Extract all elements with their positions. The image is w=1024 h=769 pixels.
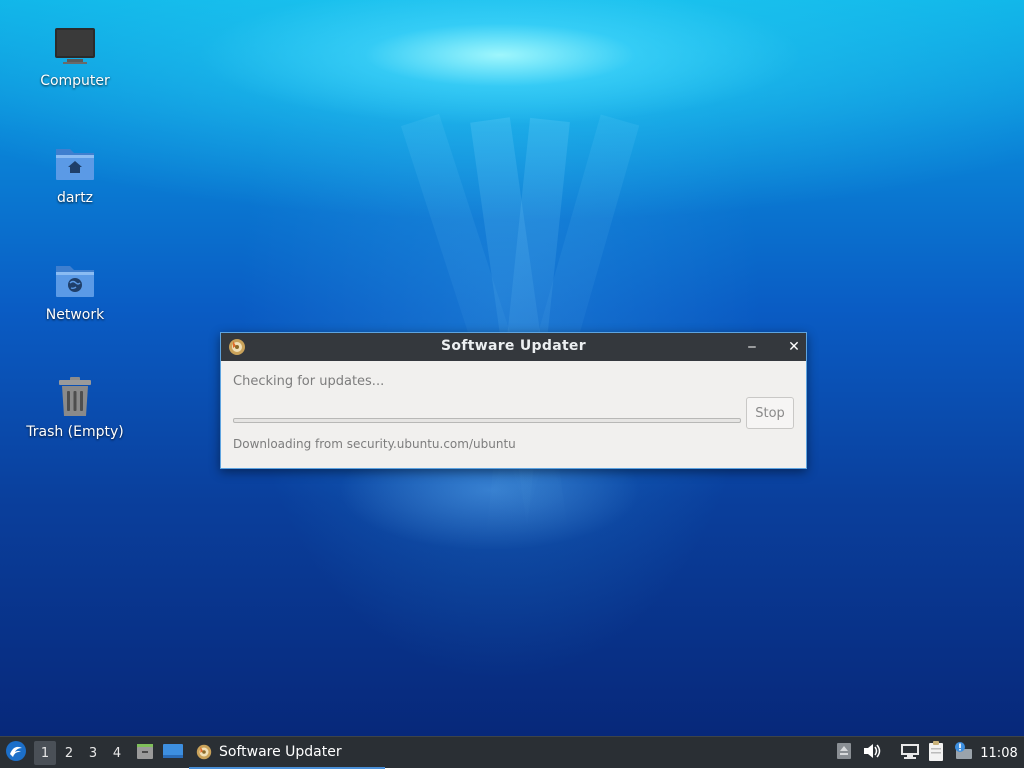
taskbar: 1 2 3 4 Software Updater 11:08 bbox=[0, 736, 1024, 769]
show-desktop-icon bbox=[162, 742, 184, 764]
progress-bar bbox=[233, 418, 741, 423]
download-detail-text: Downloading from security.ubuntu.com/ubu… bbox=[233, 437, 516, 451]
workspace-1[interactable]: 1 bbox=[34, 741, 56, 765]
update-notifier-icon bbox=[952, 741, 974, 765]
desktop-icon-label: Computer bbox=[40, 73, 110, 89]
close-button[interactable]: ✕ bbox=[783, 336, 805, 358]
volume-control[interactable] bbox=[861, 737, 883, 769]
stop-button[interactable]: Stop bbox=[746, 397, 794, 429]
clock[interactable]: 11:08 bbox=[978, 737, 1020, 769]
trash-icon bbox=[51, 373, 99, 421]
desktop-icon-network[interactable]: Network bbox=[18, 256, 132, 323]
clipboard-manager[interactable] bbox=[925, 737, 947, 769]
home-folder-icon bbox=[51, 139, 99, 187]
workspace-4[interactable]: 4 bbox=[106, 737, 128, 769]
network-folder-icon bbox=[51, 256, 99, 304]
network-status[interactable] bbox=[898, 737, 922, 769]
software-updater-dialog: Software Updater ‒ ✕ Checking for update… bbox=[220, 332, 807, 469]
desktop-icon-label: Network bbox=[45, 307, 105, 323]
desktop-icon-trash[interactable]: Trash (Empty) bbox=[18, 373, 132, 440]
desktop-icon-home-folder[interactable]: dartz bbox=[18, 139, 132, 206]
desktop-icon-computer[interactable]: Computer bbox=[18, 22, 132, 89]
lubuntu-menu-icon bbox=[5, 740, 27, 766]
network-icon bbox=[899, 742, 921, 764]
eject-button[interactable] bbox=[834, 737, 854, 769]
taskbar-item-software-updater[interactable]: Software Updater bbox=[189, 737, 385, 769]
dialog-titlebar[interactable]: Software Updater ‒ ✕ bbox=[221, 333, 806, 361]
volume-icon bbox=[862, 742, 882, 764]
update-notifier[interactable] bbox=[951, 737, 975, 769]
status-text: Checking for updates... bbox=[233, 374, 385, 389]
minimize-button[interactable]: ‒ bbox=[741, 336, 763, 358]
workspace-2[interactable]: 2 bbox=[58, 737, 80, 769]
dialog-title: Software Updater bbox=[441, 338, 586, 354]
show-desktop-button[interactable] bbox=[160, 737, 186, 769]
computer-icon bbox=[51, 22, 99, 70]
file-manager-launcher[interactable] bbox=[132, 737, 158, 769]
software-updater-icon bbox=[195, 743, 213, 761]
clipboard-icon bbox=[927, 740, 945, 766]
eject-icon bbox=[836, 742, 852, 764]
file-manager-icon bbox=[135, 741, 155, 765]
desktop-background: Computer dartz Network Trash (Empty) Sof… bbox=[0, 0, 1024, 736]
desktop-icon-label: dartz bbox=[56, 190, 94, 206]
desktop-icon-label: Trash (Empty) bbox=[26, 424, 124, 440]
main-menu-button[interactable] bbox=[2, 737, 30, 769]
taskbar-item-label: Software Updater bbox=[219, 744, 342, 760]
workspace-3[interactable]: 3 bbox=[82, 737, 104, 769]
